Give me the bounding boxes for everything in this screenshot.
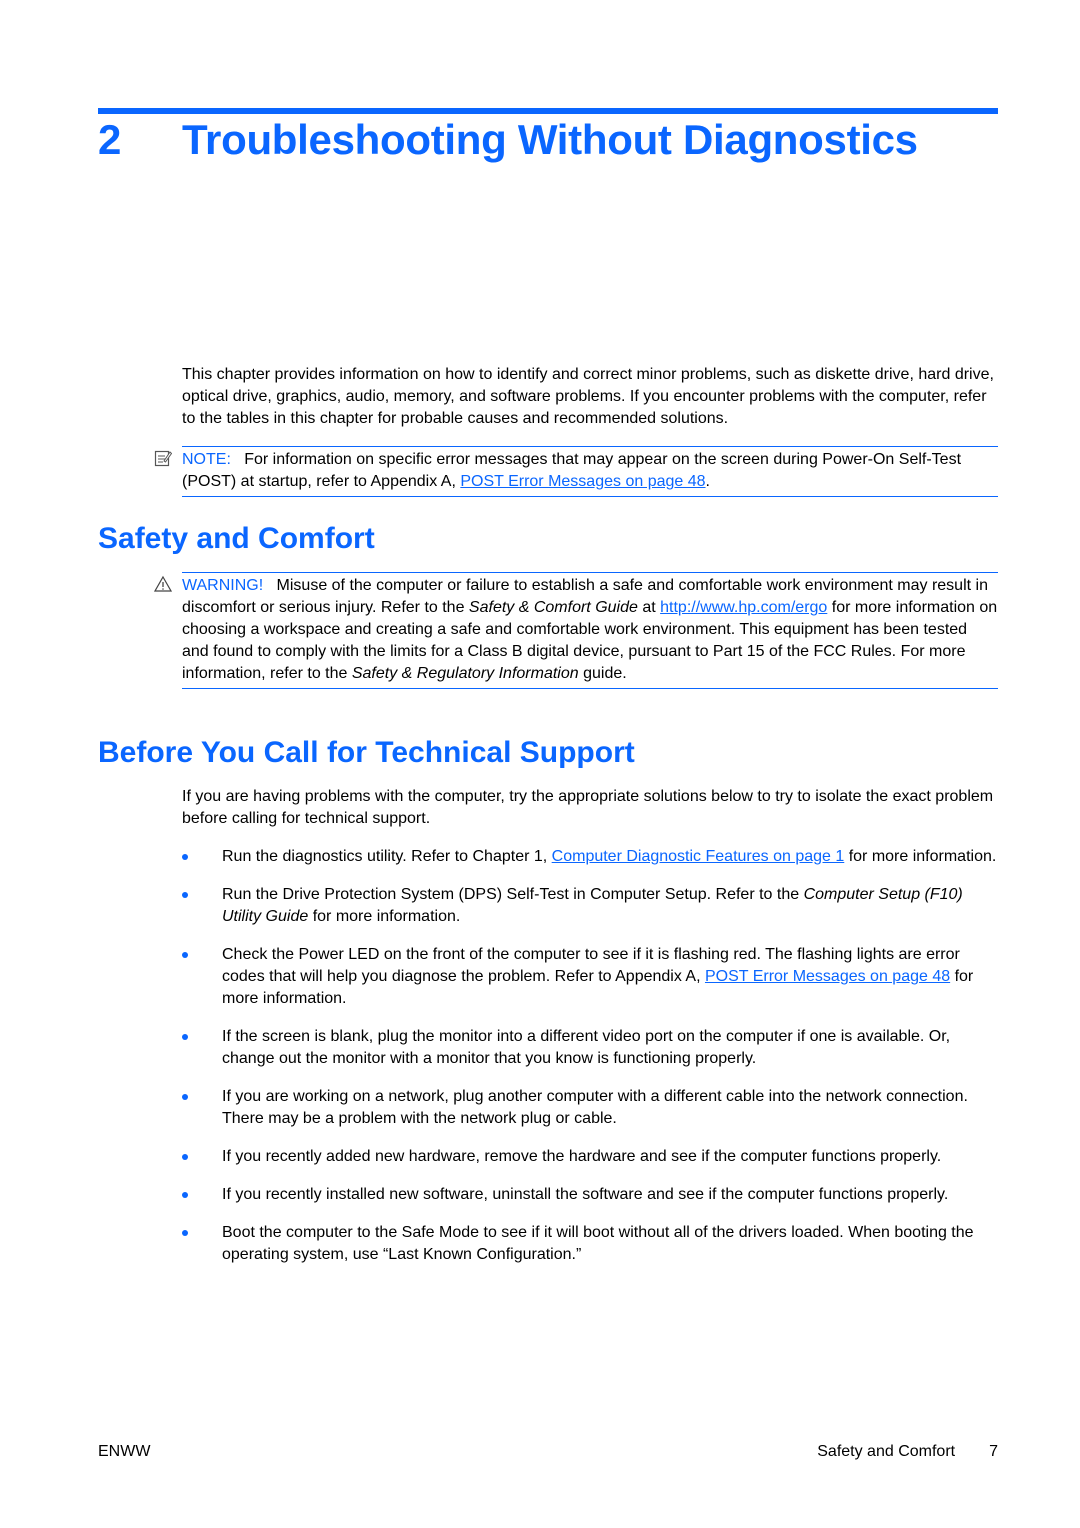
footer-left: ENWW (98, 1443, 151, 1460)
chapter-rule (98, 108, 998, 114)
note-callout: NOTE: For information on specific error … (154, 446, 998, 497)
bullet-icon (182, 1230, 188, 1236)
bullet-icon (182, 1154, 188, 1160)
list-item: Boot the computer to the Safe Mode to se… (182, 1222, 1000, 1266)
footer-right: Safety and Comfort 7 (817, 1443, 998, 1461)
computer-diagnostic-features-link[interactable]: Computer Diagnostic Features on page 1 (552, 848, 845, 865)
list-item: Run the Drive Protection System (DPS) Se… (182, 884, 1000, 928)
bullet-text: for more information. (308, 908, 461, 925)
safety-regulatory-title: Safety & Regulatory Information (351, 665, 579, 682)
bullet-icon (182, 1192, 188, 1198)
list-item: Run the diagnostics utility. Refer to Ch… (182, 846, 1000, 868)
warning-icon (154, 575, 172, 592)
list-item: Check the Power LED on the front of the … (182, 944, 1000, 1010)
list-item: If you are working on a network, plug an… (182, 1086, 1000, 1130)
footer-section: Safety and Comfort (817, 1443, 956, 1460)
bullet-text: Run the Drive Protection System (DPS) Se… (222, 886, 804, 903)
bullet-text: If you recently added new hardware, remo… (222, 1148, 942, 1165)
safety-heading: Safety and Comfort (98, 522, 375, 555)
post-error-messages-link[interactable]: POST Error Messages on page 48 (705, 968, 950, 985)
bullet-text: Boot the computer to the Safe Mode to se… (222, 1224, 974, 1263)
warning-text: guide. (578, 665, 627, 682)
note-text-end: . (705, 473, 710, 490)
safety-comfort-guide-title: Safety & Comfort Guide (468, 599, 638, 616)
intro-paragraph: This chapter provides information on how… (182, 366, 994, 427)
list-item: If you recently added new hardware, remo… (182, 1146, 1000, 1168)
bullet-icon (182, 1034, 188, 1040)
support-intro: If you are having problems with the comp… (182, 788, 994, 827)
bullet-text: If you recently installed new software, … (222, 1186, 949, 1203)
post-error-messages-link[interactable]: POST Error Messages on page 48 (460, 473, 705, 490)
bullet-text: for more information. (844, 848, 997, 865)
page-number: 7 (989, 1443, 998, 1460)
bullet-icon (182, 952, 188, 958)
support-heading: Before You Call for Technical Support (98, 736, 635, 769)
chapter-number: 2 (98, 116, 122, 163)
bullet-text: Run the diagnostics utility. Refer to Ch… (222, 848, 552, 865)
support-bullet-list: Run the diagnostics utility. Refer to Ch… (182, 846, 1000, 1282)
note-icon (154, 450, 172, 467)
bullet-text: If you are working on a network, plug an… (222, 1088, 968, 1127)
note-label: NOTE: (182, 451, 231, 468)
chapter-title-text: Troubleshooting Without Diagnostics (182, 116, 918, 163)
bullet-text: If the screen is blank, plug the monitor… (222, 1028, 951, 1067)
bullet-icon (182, 854, 188, 860)
warning-text: at (637, 599, 661, 616)
bullet-icon (182, 892, 188, 898)
list-item: If you recently installed new software, … (182, 1184, 1000, 1206)
warning-callout: WARNING! Misuse of the computer or failu… (154, 572, 998, 689)
chapter-title: 2 Troubleshooting Without Diagnostics (98, 116, 918, 164)
warning-label: WARNING! (182, 577, 264, 594)
hp-ergo-link[interactable]: http://www.hp.com/ergo (660, 599, 827, 616)
list-item: If the screen is blank, plug the monitor… (182, 1026, 1000, 1070)
bullet-icon (182, 1094, 188, 1100)
